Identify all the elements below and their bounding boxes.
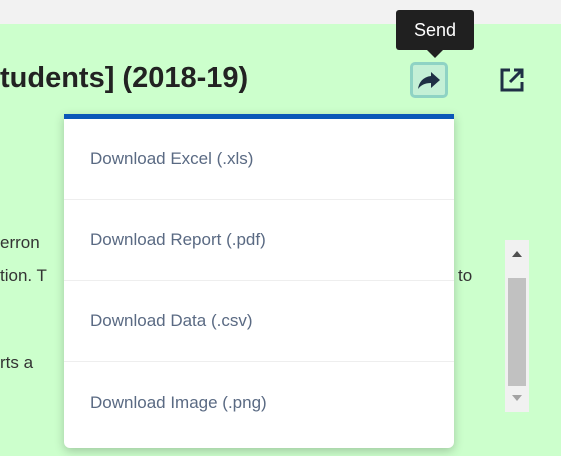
caret-down-icon xyxy=(512,395,522,401)
background-text-2: tion. T xyxy=(0,266,47,285)
menu-item-download-data[interactable]: Download Data (.csv) xyxy=(64,281,454,362)
menu-item-download-report[interactable]: Download Report (.pdf) xyxy=(64,200,454,281)
background-text-1: erron xyxy=(0,233,40,252)
send-tooltip-arrow xyxy=(427,50,443,58)
share-arrow-icon xyxy=(418,72,440,89)
send-button[interactable] xyxy=(410,62,448,98)
menu-item-download-image[interactable]: Download Image (.png) xyxy=(64,362,454,443)
panel-title: tudents] (2018-19) xyxy=(0,62,249,94)
open-external-icon xyxy=(500,68,524,92)
scroll-down-button[interactable] xyxy=(505,390,529,406)
background-text-3: to xyxy=(458,266,473,285)
scroll-thumb[interactable] xyxy=(508,278,526,386)
scroll-up-button[interactable] xyxy=(505,246,529,262)
top-strip xyxy=(0,0,561,24)
open-external-button[interactable] xyxy=(496,64,528,96)
caret-up-icon xyxy=(512,251,522,257)
scrollbar[interactable] xyxy=(505,240,529,412)
background-text-4: rts a xyxy=(0,353,34,372)
download-menu: Download Excel (.xls) Download Report (.… xyxy=(64,114,454,448)
menu-item-download-excel[interactable]: Download Excel (.xls) xyxy=(64,119,454,200)
send-tooltip: Send xyxy=(396,10,474,50)
